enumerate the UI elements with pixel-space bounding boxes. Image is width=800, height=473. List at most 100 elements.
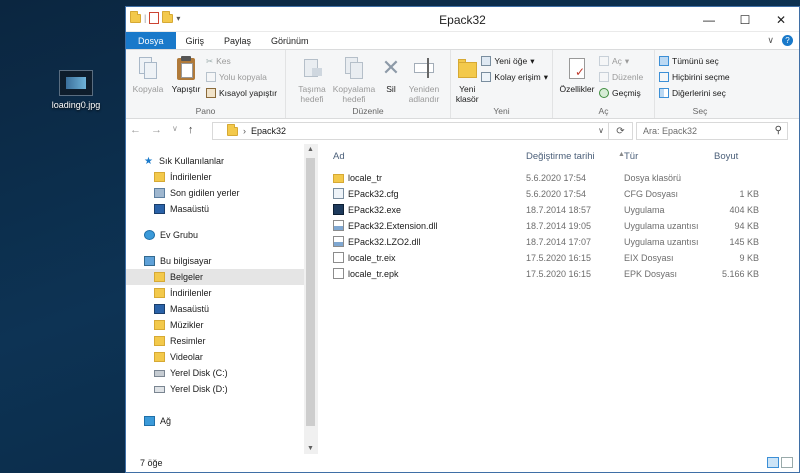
nav-homegroup[interactable]: Ev Grubu <box>126 227 304 243</box>
file-rows: locale_tr 5.6.2020 17:54 Dosya klasörü EPac… <box>318 170 799 282</box>
folder-icon <box>227 123 238 136</box>
dropdown-icon: ▾ <box>530 55 535 66</box>
downloads-icon <box>154 288 165 298</box>
file-name: EPack32.cfg <box>348 189 399 199</box>
select-none-button[interactable]: Hiçbirini seçme <box>659 70 730 84</box>
large-icons-view-icon[interactable] <box>781 457 793 468</box>
nav-local-disk-d[interactable]: Yerel Disk (D:) <box>126 381 304 397</box>
file-row[interactable]: EPack32.LZO2.dll 18.7.2014 17:07 Uygulama … <box>318 234 799 250</box>
file-row[interactable]: locale_tr.epk 17.5.2020 16:15 EPK Dosyası 5… <box>318 266 799 282</box>
nav-desktop-fav[interactable]: Masaüstü <box>126 201 304 217</box>
nav-documents[interactable]: Belgeler <box>126 269 304 285</box>
select-none-icon <box>659 72 669 82</box>
file-row[interactable]: EPack32.Extension.dll 18.7.2014 19:05 Uygu… <box>318 218 799 234</box>
rename-icon <box>412 55 436 81</box>
file-date: 18.7.2014 19:05 <box>526 221 592 231</box>
file-icon <box>333 252 344 263</box>
file-row[interactable]: locale_tr.eix 17.5.2020 16:15 EIX Dosyası 9… <box>318 250 799 266</box>
back-arrow-icon[interactable]: ← <box>130 124 141 136</box>
scroll-down-icon[interactable]: ▼ <box>304 445 317 452</box>
scroll-up-icon[interactable]: ▲ <box>304 146 317 153</box>
breadcrumb-epack32[interactable]: Epack32 <box>251 126 286 136</box>
copy-path-button[interactable]: Yolu kopyala <box>206 70 277 84</box>
close-button[interactable]: ✕ <box>763 7 799 32</box>
file-date: 5.6.2020 17:54 <box>526 173 587 183</box>
cut-button[interactable]: ✂ Kes <box>206 54 277 68</box>
file-row[interactable]: EPack32.exe 18.7.2014 18:57 Uygulama 404 KB <box>318 202 799 218</box>
search-input[interactable]: Ara: Epack32 ⚲ <box>636 122 788 140</box>
file-size: 94 KB <box>734 221 759 231</box>
open-button[interactable]: Aç ▾ <box>599 54 643 68</box>
scissors-icon: ✂ <box>206 55 214 66</box>
dll-file-icon <box>333 236 344 247</box>
up-arrow-icon[interactable]: ↑ <box>188 124 194 136</box>
breadcrumb-chevron-icon[interactable]: › <box>243 126 246 136</box>
tab-giris[interactable]: Giriş <box>176 32 215 49</box>
nav-music[interactable]: Müzikler <box>126 317 304 333</box>
nav-desktop[interactable]: Masaüstü <box>126 301 304 317</box>
desktop-icon-label: loading0.jpg <box>51 100 101 110</box>
copy-to-icon <box>342 55 366 81</box>
paste-shortcut-button[interactable]: Kısayol yapıştır <box>206 86 277 100</box>
file-date: 17.5.2020 16:15 <box>526 253 592 263</box>
nav-scrollbar[interactable]: ▲ ▼ <box>304 144 317 454</box>
select-all-button[interactable]: Tümünü seç <box>659 54 730 68</box>
file-date: 18.7.2014 17:07 <box>526 237 592 247</box>
nav-favorites[interactable]: ★ Sık Kullanılanlar <box>126 153 304 169</box>
nav-videos[interactable]: Videolar <box>126 349 304 365</box>
column-name[interactable]: Ad <box>333 151 345 162</box>
desktop-icon <box>154 304 165 314</box>
nav-network[interactable]: Ağ <box>126 413 304 429</box>
details-view-icon[interactable] <box>767 457 779 468</box>
tab-gorunum[interactable]: Görünüm <box>261 32 319 49</box>
app-icon <box>333 204 344 215</box>
minimize-button[interactable]: — <box>691 7 727 32</box>
computer-icon <box>144 256 155 266</box>
downloads-icon <box>154 172 165 182</box>
search-icon[interactable]: ⚲ <box>775 125 782 136</box>
maximize-button[interactable]: ☐ <box>727 7 763 32</box>
tab-paylas[interactable]: Paylaş <box>214 32 261 49</box>
refresh-button[interactable]: ⟳ <box>609 122 633 140</box>
ribbon: Kopyala Yapıştır ✂ Kes Yolu kopyala Kısay… <box>126 50 799 119</box>
address-input[interactable]: › Epack32 ∨ <box>212 122 609 140</box>
videos-icon <box>154 352 165 362</box>
explorer-body: ★ Sık Kullanılanlar İndirilenler Son gidi… <box>126 144 799 454</box>
ribbon-collapse-icon[interactable]: ∨ <box>767 35 774 46</box>
file-row[interactable]: locale_tr 5.6.2020 17:54 Dosya klasörü <box>318 170 799 186</box>
address-dropdown-icon[interactable]: ∨ <box>598 126 604 135</box>
nav-recent-places[interactable]: Son gidilen yerler <box>126 185 304 201</box>
search-placeholder: Ara: Epack32 <box>643 126 698 136</box>
nav-pictures[interactable]: Resimler <box>126 333 304 349</box>
title-bar[interactable]: | ▾ Epack32 — ☐ ✕ <box>126 7 799 32</box>
column-date[interactable]: Değiştirme tarihi <box>526 151 595 162</box>
file-row[interactable]: EPack32.cfg 5.6.2020 17:54 CFG Dosyası 1 KB <box>318 186 799 202</box>
new-item-button[interactable]: Yeni öğe ▾ <box>481 54 548 68</box>
history-icon <box>599 88 609 98</box>
history-button[interactable]: Geçmiş <box>599 86 643 100</box>
easy-access-button[interactable]: Kolay erişim ▾ <box>481 70 548 84</box>
file-name: EPack32.exe <box>348 205 402 215</box>
desktop-icon-loading0[interactable]: loading0.jpg <box>44 70 108 110</box>
nav-downloads-fav[interactable]: İndirilenler <box>126 169 304 185</box>
invert-selection-icon <box>659 88 669 98</box>
forward-arrow-icon[interactable]: → <box>151 124 162 136</box>
system-drive-icon <box>154 369 165 377</box>
item-count: 7 öğe <box>140 458 163 468</box>
tab-dosya[interactable]: Dosya <box>126 32 176 49</box>
recent-dropdown-icon[interactable]: ∨ <box>172 124 178 136</box>
nav-local-disk-c[interactable]: Yerel Disk (C:) <box>126 365 304 381</box>
edit-button[interactable]: Düzenle <box>599 70 643 84</box>
nav-this-pc[interactable]: Bu bilgisayar <box>126 253 304 269</box>
column-type[interactable]: Tür <box>624 151 638 162</box>
group-pano: Kopyala Yapıştır ✂ Kes Yolu kopyala Kısay… <box>126 50 286 118</box>
help-icon[interactable]: ? <box>782 35 793 46</box>
invert-selection-button[interactable]: Diğerlerini seç <box>659 86 730 100</box>
file-type: Dosya klasörü <box>624 173 682 183</box>
nav-scrollbar-thumb[interactable] <box>306 158 315 426</box>
column-size[interactable]: Boyut <box>714 151 738 162</box>
nav-downloads[interactable]: İndirilenler <box>126 285 304 301</box>
group-sec: Tümünü seç Hiçbirini seçme Diğerlerini s… <box>655 50 745 118</box>
folder-icon <box>333 174 344 183</box>
group-yeni: Yeni klasör Yeni öğe ▾ Kolay erişim ▾ Yeni <box>451 50 553 118</box>
